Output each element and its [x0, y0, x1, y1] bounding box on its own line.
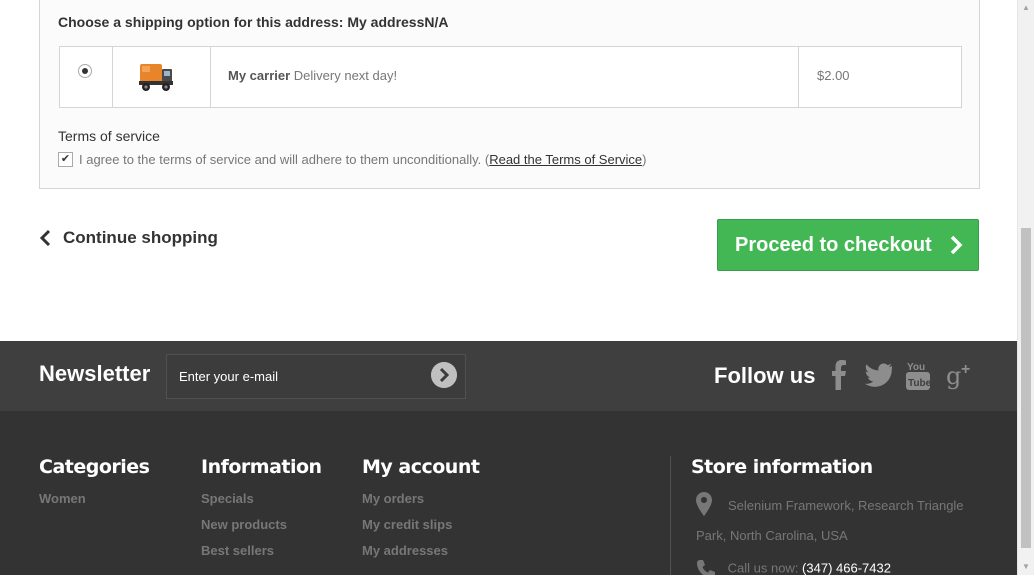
phone-label: Call us now: — [727, 560, 803, 575]
proceed-to-checkout-button[interactable]: Proceed to checkout — [717, 219, 979, 271]
store-information-heading: Store information — [691, 456, 873, 478]
account-link[interactable]: My credit slips — [362, 517, 479, 543]
truck-icon — [139, 64, 173, 91]
scrollbar-thumb[interactable] — [1021, 228, 1031, 548]
newsletter-title: Newsletter — [39, 361, 151, 386]
scroll-down-icon[interactable]: ▼ — [1018, 559, 1034, 575]
carrier-info-cell: My carrier Delivery next day! — [211, 47, 799, 107]
categories-heading: Categories — [39, 456, 150, 478]
terms-heading: Terms of service — [58, 128, 160, 144]
checkout-label: Proceed to checkout — [735, 233, 932, 256]
facebook-icon[interactable] — [831, 359, 847, 391]
store-phone: Call us now: (347) 466-7432 — [696, 559, 891, 575]
footer-store-info: Store information — [691, 456, 873, 478]
phone-number[interactable]: (347) 466-7432 — [802, 560, 891, 575]
footer-categories: Categories Women — [39, 456, 150, 517]
newsletter-placeholder: Enter your e-mail — [179, 369, 278, 384]
footer-my-account: My account My orders My credit slips My … — [362, 456, 480, 569]
newsletter-submit-icon[interactable] — [431, 362, 457, 388]
store-address-text: Selenium Framework, Research Triangle Pa… — [696, 498, 964, 543]
account-link[interactable]: My orders — [362, 491, 479, 517]
information-link[interactable]: Best sellers — [201, 543, 322, 569]
svg-text:+: + — [961, 361, 970, 378]
carrier-radio[interactable] — [78, 64, 92, 78]
footer-divider — [670, 456, 671, 575]
follow-us-title: Follow us — [714, 363, 816, 388]
terms-checkbox[interactable]: ✔ — [58, 152, 73, 167]
information-link[interactable]: Specials — [201, 491, 322, 517]
shipping-options-panel: Choose a shipping option for this addres… — [39, 0, 980, 189]
continue-shopping-label: Continue shopping — [63, 228, 218, 247]
twitter-icon[interactable] — [864, 359, 892, 391]
footer-information: Information Specials New products Best s… — [201, 456, 322, 569]
vertical-scrollbar[interactable]: ▲ ▼ — [1017, 0, 1034, 575]
carrier-description: My carrier Delivery next day! — [228, 68, 397, 83]
carrier-delay: Delivery next day! — [290, 68, 398, 83]
terms-close: ) — [642, 152, 647, 167]
carrier-name: My carrier — [228, 68, 291, 83]
terms-agreement: ✔ I agree to the terms of service and wi… — [58, 152, 647, 167]
newsletter-email-input[interactable]: Enter your e-mail — [166, 354, 466, 399]
svg-text:Tube: Tube — [908, 378, 930, 389]
information-heading: Information — [201, 456, 322, 478]
youtube-icon[interactable]: You Tube — [906, 359, 930, 391]
shipping-option-title: Choose a shipping option for this addres… — [58, 14, 449, 30]
carrier-price: $2.00 — [817, 68, 850, 83]
continue-shopping-link[interactable]: Continue shopping — [39, 228, 218, 248]
chevron-left-icon — [39, 229, 51, 247]
carrier-row[interactable]: My carrier Delivery next day! $2.00 — [59, 46, 962, 108]
svg-text:You: You — [907, 362, 925, 373]
my-account-heading: My account — [362, 456, 480, 478]
chevron-right-icon — [950, 235, 963, 255]
account-link[interactable]: My addresses — [362, 543, 479, 569]
information-link[interactable]: New products — [201, 517, 322, 543]
svg-text:g: g — [946, 362, 961, 390]
carrier-price-cell: $2.00 — [799, 47, 961, 107]
terms-text: I agree to the terms of service and will… — [79, 152, 490, 167]
phone-icon — [697, 560, 715, 575]
page: Choose a shipping option for this addres… — [0, 0, 1018, 575]
store-address: Selenium Framework, Research Triangle Pa… — [696, 491, 986, 551]
google-plus-icon[interactable]: g + — [946, 359, 974, 391]
carrier-radio-cell — [60, 47, 113, 107]
scroll-up-icon[interactable]: ▲ — [1018, 0, 1034, 16]
terms-link[interactable]: Read the Terms of Service — [489, 152, 642, 167]
footer: Categories Women Information Specials Ne… — [0, 411, 1018, 575]
newsletter-section: Newsletter Enter your e-mail Follow us Y… — [0, 341, 1018, 411]
category-link[interactable]: Women — [39, 491, 149, 517]
carrier-logo-cell — [113, 47, 211, 107]
